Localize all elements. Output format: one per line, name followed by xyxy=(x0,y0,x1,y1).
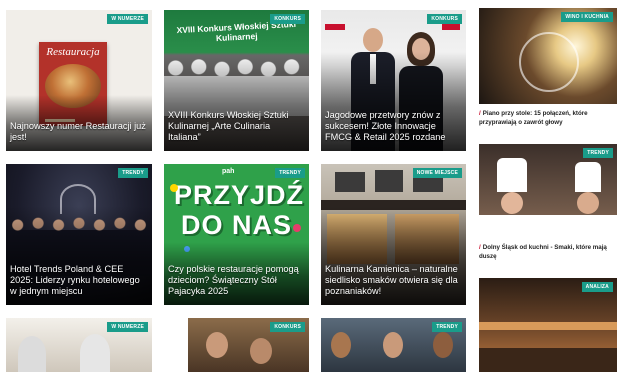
badge-w-numerze: W NUMERZE xyxy=(107,14,148,24)
article-title[interactable]: Czy polskie restauracje pomogą dzieciom?… xyxy=(168,264,305,297)
badge-analiza: ANALIZA xyxy=(581,282,613,292)
badge-konkurs: KONKURS xyxy=(270,14,305,24)
article-title[interactable]: Jagodowe przetwory znów z sukcesem! Złot… xyxy=(325,110,462,143)
badge-wino-i-kuchnia: WINO I KUCHNIA xyxy=(561,12,613,22)
article-title[interactable]: Hotel Trends Poland & CEE 2025: Liderzy … xyxy=(10,264,148,297)
sidebar-item-bar-image[interactable]: ANALIZA xyxy=(479,278,617,372)
sidebar-item-text[interactable]: / Piano przy stole: 15 połączeń, które pr… xyxy=(479,110,613,127)
badge-konkurs: KONKURS xyxy=(427,14,462,24)
badge-trendy: TRENDY xyxy=(583,148,613,158)
sidebar-item-wine-image[interactable]: WINO I KUCHNIA xyxy=(479,8,617,104)
slash-marker: / xyxy=(479,244,481,251)
badge-konkurs: KONKURS xyxy=(270,322,305,332)
badge-w-numerze: W NUMERZE xyxy=(107,322,148,332)
article-card-arte-culinaria[interactable]: XVIII Konkurs Włoskiej Sztuki Kulinarnej… xyxy=(164,10,309,151)
article-title[interactable]: Kulinarna Kamienica – naturalne siedlisk… xyxy=(325,264,462,297)
article-card-magazine[interactable]: Restauracja W NUMERZE Najnowszy numer Re… xyxy=(6,10,152,151)
sidebar-item-chefs-image[interactable]: TRENDY xyxy=(479,144,617,239)
slash-marker: / xyxy=(479,110,481,117)
article-title[interactable]: XVIII Konkurs Włoskiej Sztuki Kulinarnej… xyxy=(168,110,305,143)
sidebar: WINO I KUCHNIA / Piano przy stole: 15 poł… xyxy=(479,0,619,372)
sidebar-item-text[interactable]: / Dolny Śląsk od kuchni - Smaki, które ma… xyxy=(479,244,613,261)
article-card-row3-1[interactable]: W NUMERZE xyxy=(6,318,152,372)
article-card-kulinarna-kamienica[interactable]: NOWE MIEJSCE Kulinarna Kamienica – natur… xyxy=(321,164,466,305)
pah-logo: pah xyxy=(222,168,235,175)
badge-trendy: TRENDY xyxy=(275,168,305,178)
article-card-row3-2[interactable]: KONKURS xyxy=(188,318,309,372)
poster-text: PRZYJDŹ DO NAS xyxy=(174,180,305,240)
badge-nowe-miejsce: NOWE MIEJSCE xyxy=(412,168,462,178)
article-card-row3-3[interactable]: TRENDY xyxy=(321,318,466,372)
badge-trendy: TRENDY xyxy=(118,168,148,178)
article-title[interactable]: Najnowszy numer Restauracji już jest! xyxy=(10,121,148,143)
badge-trendy: TRENDY xyxy=(432,322,462,332)
article-card-pajacyk[interactable]: pah PRZYJDŹ DO NAS TRENDY Czy polskie re… xyxy=(164,164,309,305)
article-card-hotel-trends[interactable]: TRENDY Hotel Trends Poland & CEE 2025: L… xyxy=(6,164,152,305)
magazine-name: Restauracja xyxy=(46,46,100,58)
article-card-jagodowe[interactable]: KONKURS Jagodowe przetwory znów z sukces… xyxy=(321,10,466,151)
